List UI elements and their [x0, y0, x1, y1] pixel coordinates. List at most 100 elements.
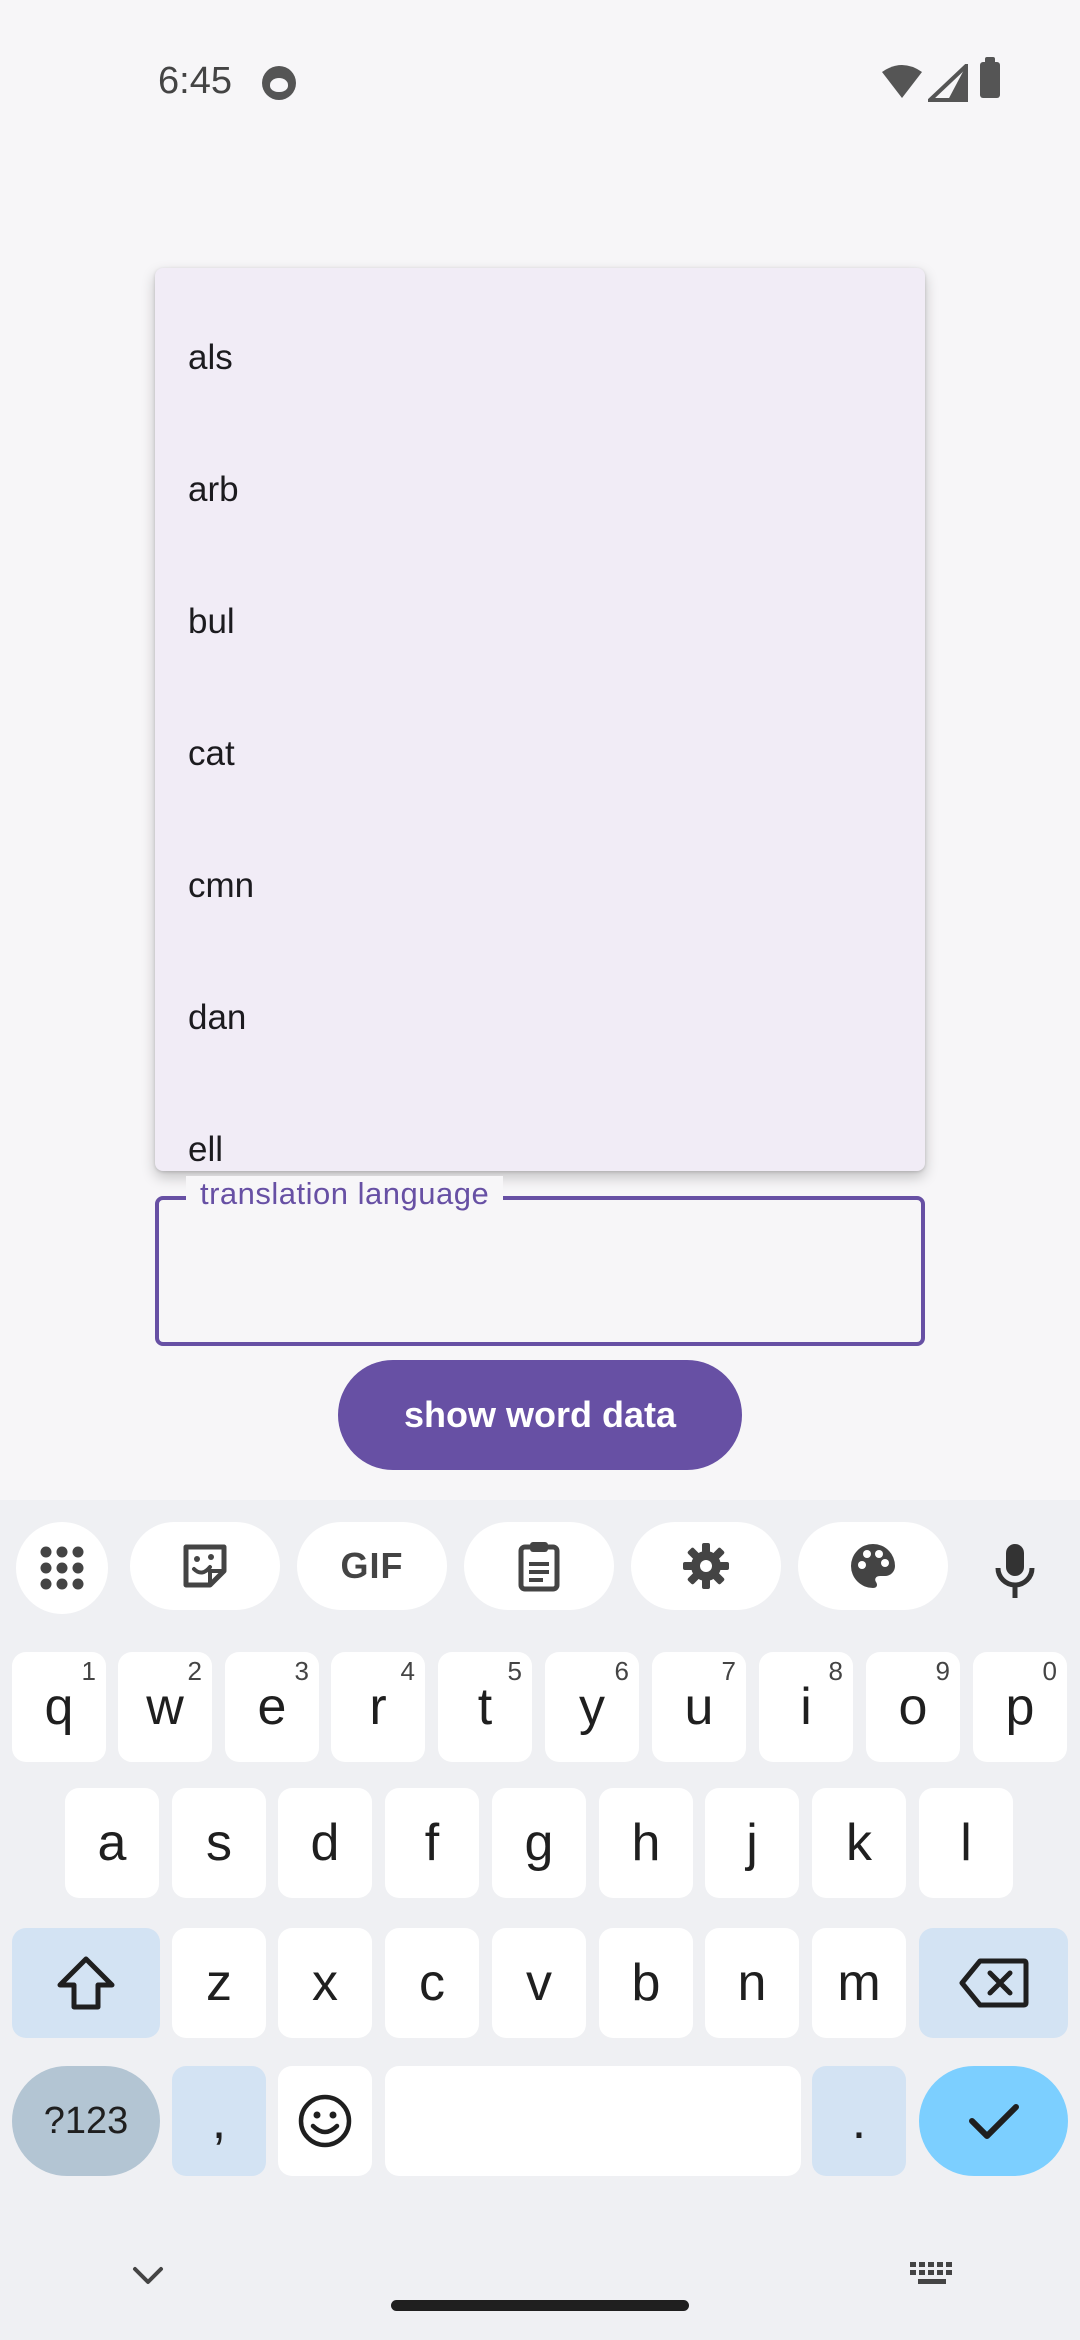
notification-app-icon: [262, 66, 296, 100]
menu-item-label: arb: [188, 470, 239, 509]
key-hint: 2: [187, 1656, 202, 1686]
key-z[interactable]: z: [172, 1928, 266, 2038]
key-hint: 7: [721, 1656, 736, 1686]
checkmark-icon: [968, 2104, 1019, 2139]
language-dropdown-menu: als arb bul cat cmn dan ell: [155, 268, 925, 1171]
key-label: p: [1005, 1678, 1035, 1736]
key-label: y: [579, 1678, 605, 1736]
chevron-down-icon[interactable]: [132, 2266, 164, 2286]
status-time: 6:45: [158, 60, 232, 102]
key-v[interactable]: v: [492, 1928, 586, 2038]
translation-language-field[interactable]: [155, 1196, 925, 1346]
key-t[interactable]: t5: [438, 1652, 532, 1762]
period-key[interactable]: .: [812, 2066, 906, 2176]
space-key[interactable]: [385, 2066, 801, 2176]
menu-item-label: dan: [188, 998, 247, 1037]
backspace-icon: [959, 1958, 1028, 2008]
key-d[interactable]: d: [278, 1788, 372, 1898]
key-a[interactable]: a: [65, 1788, 159, 1898]
key-n[interactable]: n: [705, 1928, 799, 2038]
key-q[interactable]: q1: [12, 1652, 106, 1762]
key-r[interactable]: r4: [331, 1652, 425, 1762]
key-u[interactable]: u7: [652, 1652, 746, 1762]
clipboard-button[interactable]: [464, 1522, 614, 1610]
key-label: o: [898, 1678, 928, 1736]
menu-item-als[interactable]: als: [155, 292, 925, 424]
key-p[interactable]: p0: [973, 1652, 1067, 1762]
key-label: i: [800, 1678, 812, 1736]
key-hint: 0: [1042, 1656, 1057, 1686]
key-hint: 3: [294, 1656, 309, 1686]
menu-item-cat[interactable]: cat: [155, 688, 925, 820]
key-y[interactable]: y6: [545, 1652, 639, 1762]
key-label: r: [369, 1678, 387, 1736]
shift-icon: [57, 1956, 115, 2010]
keyboard-settings-button[interactable]: [631, 1522, 781, 1610]
backspace-key[interactable]: [919, 1928, 1068, 2038]
key-i[interactable]: i8: [759, 1652, 853, 1762]
menu-item-arb[interactable]: arb: [155, 424, 925, 556]
apps-grid-button[interactable]: [16, 1522, 108, 1614]
symbols-key[interactable]: ?123: [12, 2066, 160, 2176]
signal-icon: [928, 64, 968, 102]
show-word-data-button[interactable]: show word data: [338, 1360, 742, 1470]
key-label: w: [146, 1678, 184, 1736]
key-label: u: [684, 1678, 714, 1736]
key-b[interactable]: b: [599, 1928, 693, 2038]
palette-icon: [851, 1544, 895, 1588]
key-s[interactable]: s: [172, 1788, 266, 1898]
key-o[interactable]: o9: [866, 1652, 960, 1762]
enter-key[interactable]: [919, 2066, 1068, 2176]
shift-key[interactable]: [12, 1928, 160, 2038]
comma-key[interactable]: ,: [172, 2066, 266, 2176]
key-hint: 6: [614, 1656, 629, 1686]
key-h[interactable]: h: [599, 1788, 693, 1898]
gif-label: GIF: [340, 1545, 404, 1586]
settings-icon: [683, 1543, 729, 1589]
sticker-button[interactable]: [130, 1522, 280, 1610]
battery-icon: [980, 57, 1000, 98]
menu-item-bul[interactable]: bul: [155, 556, 925, 688]
keyboard-icon[interactable]: [910, 2262, 954, 2292]
key-c[interactable]: c: [385, 1928, 479, 2038]
key-hint: 9: [935, 1656, 950, 1686]
sticker-icon: [183, 1544, 227, 1588]
menu-item-label: bul: [188, 602, 235, 641]
navigation-bar: [0, 2220, 1080, 2340]
apps-grid-icon: [40, 1546, 84, 1590]
key-label: q: [44, 1678, 74, 1736]
key-m[interactable]: m: [812, 1928, 906, 2038]
menu-item-label: cmn: [188, 866, 255, 905]
key-label: t: [477, 1678, 493, 1736]
menu-item-cmn[interactable]: cmn: [155, 820, 925, 952]
home-indicator[interactable]: [391, 2300, 689, 2311]
key-w[interactable]: w2: [118, 1652, 212, 1762]
emoji-key[interactable]: [278, 2066, 372, 2176]
wifi-icon: [882, 65, 922, 98]
key-hint: 5: [507, 1656, 522, 1686]
key-hint: 4: [400, 1656, 415, 1686]
menu-item-label: als: [188, 338, 233, 377]
key-g[interactable]: g: [492, 1788, 586, 1898]
menu-item-label: cat: [188, 734, 235, 773]
clipboard-icon: [518, 1542, 560, 1592]
gif-button[interactable]: GIF: [297, 1522, 447, 1610]
key-hint: 1: [81, 1656, 96, 1686]
menu-item-dan[interactable]: dan: [155, 952, 925, 1084]
menu-item-ell[interactable]: ell: [155, 1084, 925, 1171]
key-label: e: [257, 1678, 287, 1736]
translation-language-label: translation language: [186, 1176, 504, 1212]
key-hint: 8: [828, 1656, 843, 1686]
mic-icon: [995, 1544, 1035, 1598]
voice-input-button[interactable]: [985, 1536, 1045, 1606]
theme-button[interactable]: [798, 1522, 948, 1610]
key-f[interactable]: f: [385, 1788, 479, 1898]
menu-item-label: ell: [188, 1130, 224, 1169]
key-l[interactable]: l: [919, 1788, 1013, 1898]
key-e[interactable]: e3: [225, 1652, 319, 1762]
key-k[interactable]: k: [812, 1788, 906, 1898]
emoji-icon: [298, 2094, 352, 2148]
key-j[interactable]: j: [705, 1788, 799, 1898]
key-x[interactable]: x: [278, 1928, 372, 2038]
soft-keyboard: GIF q 1 w 2 e 3 r 4 t 5 y 6 u 7 i 8 o 9 …: [0, 1500, 1080, 2340]
